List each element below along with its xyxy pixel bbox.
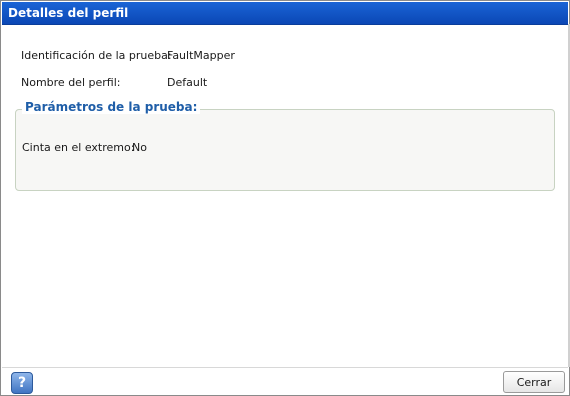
title-bar: Detalles del perfil <box>2 2 568 25</box>
tape-label: Cinta en el extremo: <box>22 141 135 154</box>
dialog-title: Detalles del perfil <box>8 6 129 20</box>
close-button[interactable]: Cerrar <box>503 371 565 393</box>
profile-name-value: Default <box>167 76 208 89</box>
footer-divider <box>2 367 568 368</box>
profile-name-label: Nombre del perfil: <box>21 76 121 89</box>
help-button[interactable]: ? <box>11 372 33 394</box>
test-parameters-legend: Parámetros de la prueba: <box>22 100 201 114</box>
test-id-label: Identificación de la prueba: <box>21 49 172 62</box>
test-parameters-group: Parámetros de la prueba: Cinta en el ext… <box>15 100 555 191</box>
question-mark-icon: ? <box>17 375 27 391</box>
tape-value: No <box>132 141 147 154</box>
profile-details-dialog: Detalles del perfil Identificación de la… <box>0 0 570 396</box>
test-id-value: FaultMapper <box>167 49 235 62</box>
